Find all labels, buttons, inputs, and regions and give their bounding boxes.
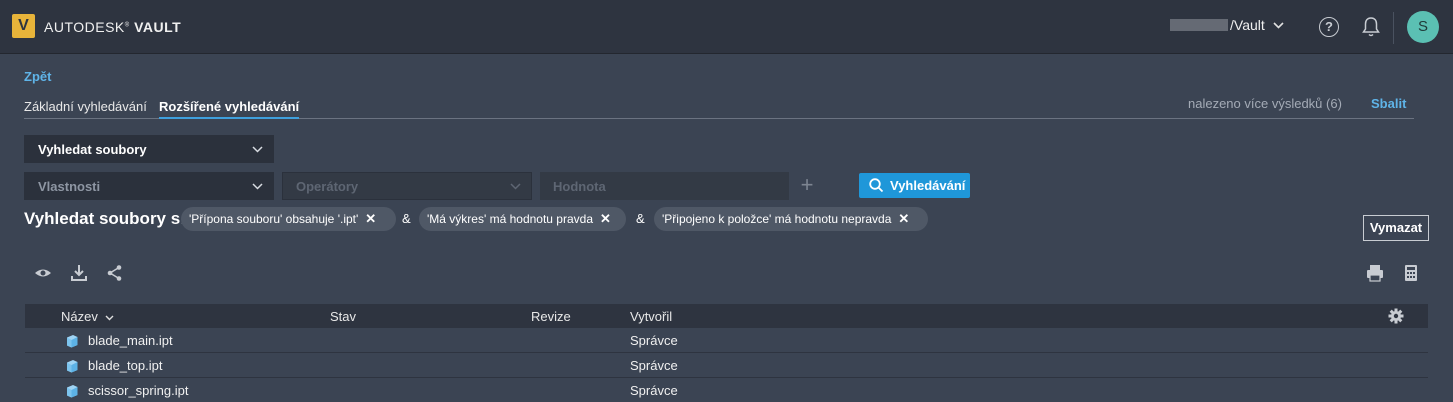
search-type-select[interactable]: Vyhledat soubory [24,135,274,163]
column-header-revision[interactable]: Revize [531,309,571,324]
download-icon[interactable] [70,264,88,282]
table-row[interactable]: blade_main.ipt Správce [25,328,1428,353]
vault-logo-icon: V [12,14,35,38]
value-input[interactable] [540,172,789,200]
file-created-by: Správce [630,383,678,398]
filter-chip-text: 'Má výkres' má hodnotu pravda [427,212,593,226]
file-name[interactable]: blade_top.ipt [88,358,162,373]
server-name-redacted [1170,19,1228,31]
and-joiner: & [402,211,411,226]
vault-selector[interactable]: /Vault [1170,17,1284,33]
results-table: Název Stav Revize Vytvořil blade_main.ip… [25,304,1428,402]
sort-chevron-icon [105,315,114,321]
filter-chip: 'Má výkres' má hodnotu pravda ✕ [419,207,626,231]
calculator-icon[interactable] [1402,264,1420,282]
filter-label: Vyhledat soubory s: [24,209,186,228]
file-created-by: Správce [630,358,678,373]
filter-chip: 'Připojeno k položce' má hodnotu nepravd… [654,207,928,231]
filter-chip-text: 'Připojeno k položce' má hodnotu nepravd… [662,212,892,226]
search-button[interactable]: Vyhledávání [859,173,970,198]
file-name[interactable]: scissor_spring.ipt [88,383,188,398]
top-bar: V AUTODESK® VAULT /Vault ? S [0,0,1453,54]
chevron-down-icon [1273,21,1284,29]
user-avatar[interactable]: S [1407,11,1439,43]
brand-prefix: AUTODESK [44,19,125,35]
properties-placeholder: Vlastnosti [38,178,101,194]
close-icon[interactable]: ✕ [365,211,376,227]
eye-icon[interactable] [34,264,52,282]
tab-advanced-search[interactable]: Rozšířené vyhledávání [159,99,300,119]
close-icon[interactable]: ✕ [600,211,611,227]
results-count: nalezeno více výsledků (6) [1188,96,1342,111]
filter-chip: 'Přípona souboru' obsahuje '.ipt' ✕ [181,207,396,231]
column-header-label: Název [61,309,98,324]
tab-basic-search[interactable]: Základní vyhledávání [24,99,147,114]
search-icon [869,178,884,193]
properties-select[interactable]: Vlastnosti [24,172,274,200]
operators-placeholder: Operátory [296,178,359,194]
chevron-down-icon [252,146,263,153]
vault-name: /Vault [1230,17,1265,33]
column-header-name[interactable]: Název [61,309,114,324]
part-file-icon [67,360,78,373]
add-condition-button[interactable]: + [798,172,816,200]
brand-title: AUTODESK® VAULT [44,19,182,35]
back-link[interactable]: Zpět [24,69,51,84]
brand-name: VAULT [134,19,182,35]
help-circle-icon[interactable]: ? [1319,17,1339,37]
filter-chip-text: 'Přípona souboru' obsahuje '.ipt' [189,212,359,226]
table-header: Název Stav Revize Vytvořil [25,304,1428,328]
chevron-down-icon [510,183,521,190]
part-file-icon [67,385,78,398]
chevron-down-icon [252,183,263,190]
print-icon[interactable] [1366,264,1384,282]
column-header-state[interactable]: Stav [330,309,356,324]
and-joiner: & [636,211,645,226]
search-type-value: Vyhledat soubory [38,141,147,157]
table-row[interactable]: scissor_spring.ipt Správce [25,378,1428,402]
file-created-by: Správce [630,333,678,348]
file-name[interactable]: blade_main.ipt [88,333,173,348]
close-icon[interactable]: ✕ [898,211,909,227]
column-header-created-by[interactable]: Vytvořil [630,309,672,324]
divider [1393,12,1394,44]
clear-button[interactable]: Vymazat [1363,215,1429,241]
operators-select[interactable]: Operátory [282,172,532,200]
share-icon[interactable] [106,264,124,282]
bell-icon[interactable] [1361,16,1381,38]
collapse-link[interactable]: Sbalit [1371,96,1406,111]
gear-icon[interactable] [1388,308,1404,324]
part-file-icon [67,335,78,348]
search-button-label: Vyhledávání [890,178,966,193]
table-row[interactable]: blade_top.ipt Správce [25,353,1428,378]
